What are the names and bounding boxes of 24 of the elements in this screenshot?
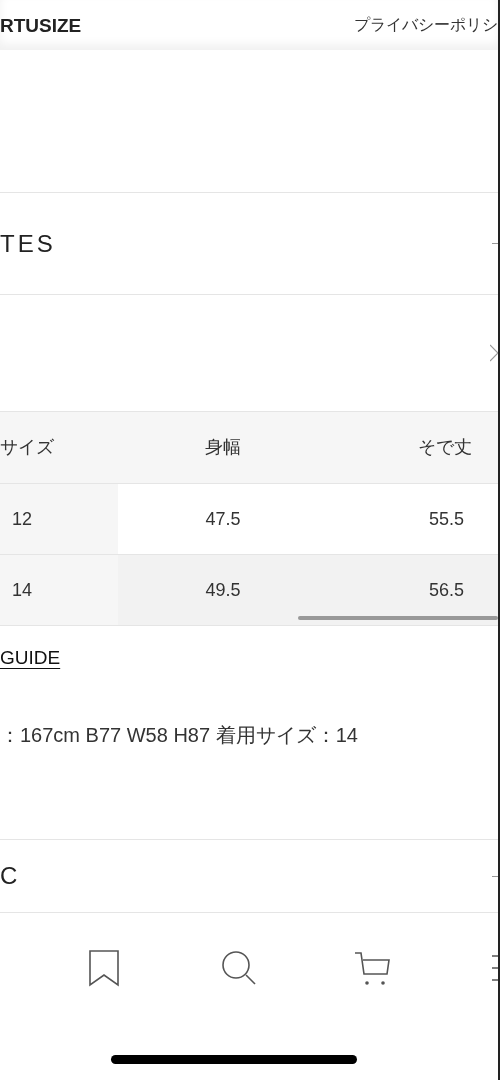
chevron-icon (490, 344, 498, 362)
table-cell: 12 (0, 484, 118, 554)
column-header: そで丈 (417, 436, 473, 459)
size-guide-link[interactable]: GUIDE (0, 647, 61, 668)
section-title: TES (0, 231, 56, 256)
search-icon[interactable] (221, 950, 257, 986)
brand-logo[interactable]: RTUSIZE (0, 15, 82, 35)
privacy-link[interactable]: プライバシーポリシ (354, 13, 498, 37)
table-cell-text: 47.5 (204, 507, 242, 531)
menu-icon[interactable] (492, 953, 498, 983)
accordion-row[interactable]: C (0, 840, 498, 913)
column-header: サイズ (0, 436, 55, 459)
scrollbar[interactable] (298, 616, 498, 620)
table-cell-text: 49.5 (204, 578, 242, 602)
section-title: C (0, 864, 21, 888)
table-cell: 14 (0, 555, 118, 625)
column-header: 身幅 (204, 436, 242, 459)
table-cell-text: 55.5 (427, 507, 465, 531)
accordion-row[interactable]: TES (0, 193, 498, 295)
minus-icon (492, 875, 498, 877)
table-cell-text: 56.5 (427, 578, 465, 602)
model-info: ：167cm B77 W58 H87 着用サイズ：14 (0, 724, 358, 746)
cart-icon[interactable] (354, 950, 390, 986)
bookmark-icon[interactable] (88, 949, 120, 987)
